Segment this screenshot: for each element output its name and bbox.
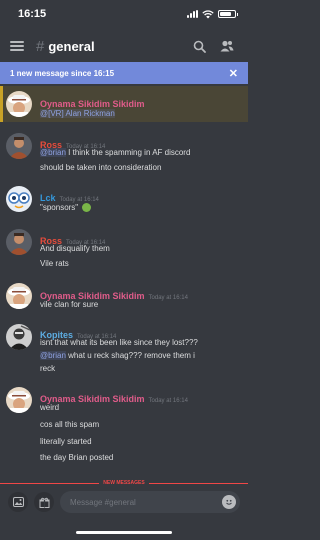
status-time: 16:15	[18, 8, 47, 20]
nauseated-emoji-icon	[82, 203, 92, 213]
gift-button[interactable]	[34, 492, 54, 512]
avatar[interactable]	[6, 91, 32, 117]
message-text: literally started	[40, 437, 92, 446]
attach-image-button[interactable]	[8, 492, 28, 512]
new-messages-label: NEW MESSAGES	[103, 480, 145, 486]
status-bar: 16:15	[0, 0, 248, 28]
message-text: Vile rats	[40, 259, 69, 268]
message-text: @[VR] Alan Rickman	[40, 109, 115, 118]
gift-icon	[39, 497, 49, 508]
message-text: @brian I think the spamming in AF discor…	[40, 148, 191, 157]
message-text: isnt that what its been like since they …	[40, 338, 198, 347]
message-group[interactable]: Oynama Sikidim Sikidim @[VR] Alan Rickma…	[0, 86, 248, 122]
message-text: cos all this spam	[40, 420, 100, 429]
message-text-content: "sponsors"	[40, 203, 79, 212]
message-group[interactable]: Lck Today at 16:14 "sponsors"	[0, 183, 248, 219]
message-text: the day Brian posted	[40, 453, 114, 462]
battery-icon	[218, 10, 238, 18]
avatar[interactable]	[6, 387, 32, 413]
close-icon[interactable]: ✕	[229, 67, 238, 80]
message-text: And disqualify them	[40, 244, 110, 253]
members-button[interactable]	[216, 35, 238, 57]
signal-icon	[187, 10, 198, 18]
channel-hash-icon: #	[36, 37, 45, 55]
wifi-icon	[202, 9, 214, 18]
avatar[interactable]	[6, 229, 32, 255]
message-text: should be taken into consideration	[40, 163, 162, 172]
avatar[interactable]	[6, 283, 32, 309]
avatar[interactable]	[6, 133, 32, 159]
timestamp: Today at 16:14	[148, 295, 188, 301]
message-text: reck	[40, 364, 56, 373]
message-text: "sponsors"	[40, 203, 92, 213]
message-header: Oynama Sikidim Sikidim Today at 16:14	[40, 389, 188, 407]
message-group[interactable]: Oynama Sikidim Sikidim Today at 16:14 wei…	[0, 384, 248, 466]
hamburger-icon[interactable]	[10, 41, 24, 51]
search-icon	[193, 40, 206, 53]
message-input-placeholder: Message #general	[70, 497, 136, 507]
search-button[interactable]	[188, 35, 210, 57]
message-group[interactable]: Kopites Today at 16:14 isnt that what its…	[0, 322, 248, 378]
username[interactable]: Lck	[40, 193, 56, 203]
message-group[interactable]: Ross Today at 16:14 @brian I think the sp…	[0, 130, 248, 180]
image-icon	[12, 497, 24, 507]
message-group[interactable]: Ross Today at 16:14 And disqualify them V…	[0, 226, 248, 276]
message-text: vile clan for sure	[40, 300, 99, 309]
new-messages-divider: NEW MESSAGES	[0, 479, 248, 487]
avatar[interactable]	[6, 186, 32, 212]
mention[interactable]: @brian	[40, 351, 66, 360]
channel-header: # general	[0, 30, 248, 62]
mention[interactable]: @[VR] Alan Rickman	[40, 109, 115, 118]
new-message-banner[interactable]: 1 new message since 16:15 ✕	[0, 62, 248, 84]
username[interactable]: Oynama Sikidim Sikidim	[40, 99, 145, 109]
message-group[interactable]: Oynama Sikidim Sikidim Today at 16:14 vil…	[0, 280, 248, 316]
message-input[interactable]: Message #general	[60, 491, 240, 513]
message-composer: Message #general	[0, 487, 248, 517]
mention[interactable]: @brian	[40, 148, 66, 157]
message-text: @brian what u reck shag??? remove them i	[40, 351, 195, 360]
emoji-icon[interactable]	[222, 495, 236, 509]
avatar[interactable]	[6, 324, 32, 350]
members-icon	[220, 40, 234, 52]
message-text: weird	[40, 403, 60, 412]
timestamp: Today at 16:14	[148, 398, 188, 404]
home-indicator[interactable]	[76, 531, 172, 534]
channel-title: general	[48, 38, 95, 54]
banner-text: 1 new message since 16:15	[10, 68, 115, 78]
